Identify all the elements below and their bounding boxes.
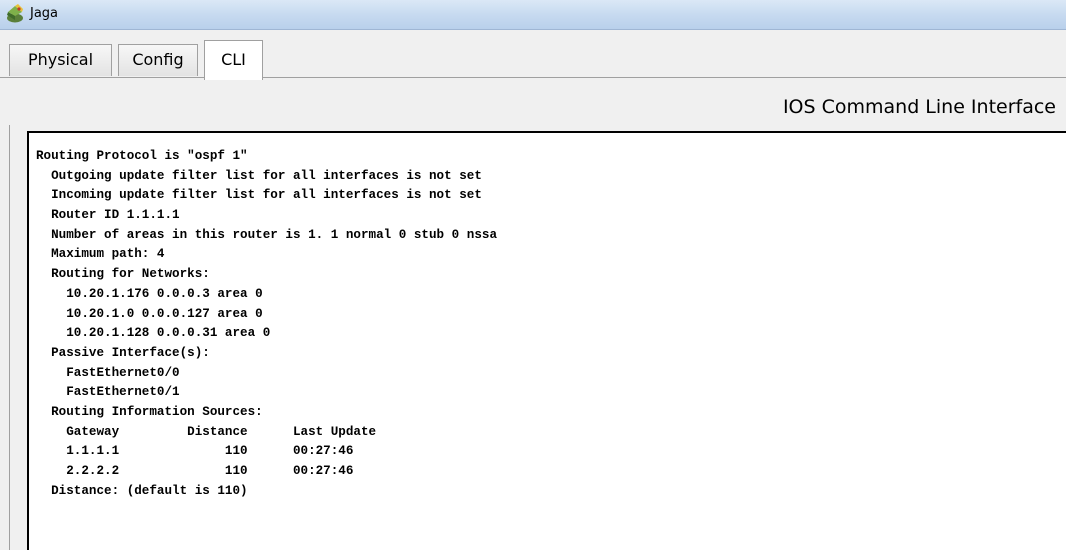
tab-physical[interactable]: Physical — [9, 44, 112, 76]
terminal-line: Outgoing update filter list for all inte… — [36, 168, 482, 183]
terminal-line: Number of areas in this router is 1. 1 n… — [36, 227, 498, 242]
panel-border — [9, 125, 10, 550]
terminal-line: Gateway Distance Last Update — [36, 424, 377, 439]
tab-cli[interactable]: CLI — [204, 40, 263, 80]
tab-divider — [0, 77, 1066, 78]
terminal-line: Routing Protocol is "ospf 1" — [36, 149, 248, 163]
terminal-line: 2.2.2.2 110 00:27:46 — [36, 464, 354, 478]
tab-config[interactable]: Config — [118, 44, 198, 76]
cli-heading: IOS Command Line Interface — [782, 96, 1056, 118]
terminal-line: Router ID 1.1.1.1 — [36, 208, 180, 223]
terminal-line: 10.20.1.176 0.0.0.3 area 0 — [36, 286, 263, 301]
terminal-line: Maximum path: 4 — [36, 247, 165, 262]
window-title: Jaga — [30, 6, 59, 21]
title-bar[interactable]: Jaga — [0, 0, 1066, 30]
terminal-line: 10.20.1.0 0.0.0.127 area 0 — [36, 306, 263, 321]
terminal-line: Distance: (default is 110) — [36, 483, 248, 498]
cli-panel: IOS Command Line Interface Routing Proto… — [0, 78, 1066, 550]
terminal-line: 10.20.1.128 0.0.0.31 area 0 — [36, 326, 271, 341]
terminal-line: FastEthernet0/0 — [36, 365, 180, 380]
terminal-line: Routing Information Sources: — [36, 404, 263, 419]
terminal-line: 1.1.1.1 110 00:27:46 — [36, 444, 354, 459]
tab-bar: Physical Config CLI — [0, 30, 1066, 80]
packet-tracer-router-icon — [7, 4, 23, 23]
terminal-line: Routing for Networks: — [36, 267, 210, 282]
cli-terminal[interactable]: Routing Protocol is "ospf 1" Outgoing up… — [27, 131, 1066, 550]
terminal-line: FastEthernet0/1 — [36, 385, 180, 400]
device-window: Jaga Physical Config CLI IOS Command Lin… — [0, 0, 1066, 550]
terminal-line: Passive Interface(s): — [36, 345, 210, 360]
terminal-line: Incoming update filter list for all inte… — [36, 188, 482, 203]
